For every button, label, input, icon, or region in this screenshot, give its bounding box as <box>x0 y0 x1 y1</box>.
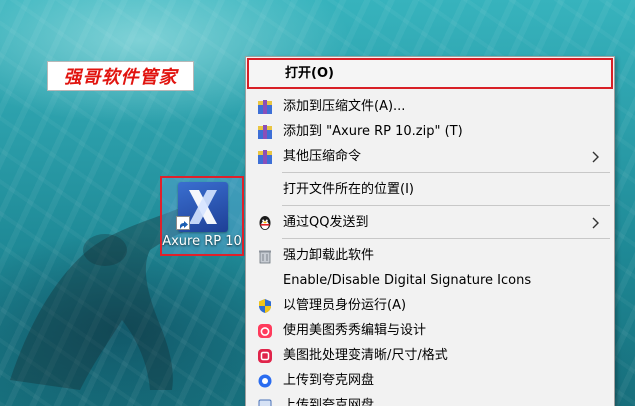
shortcut-arrow-icon <box>176 216 190 230</box>
menu-separator <box>282 172 610 173</box>
menu-item-add-archive[interactable]: 添加到压缩文件(A)... <box>246 95 614 119</box>
desktop: 强哥软件管家 Axure RP 10 打开(O) 添加到压缩文件(A)... 添… <box>0 0 635 406</box>
menu-item-run-as-admin[interactable]: 以管理员身份运行(A) <box>246 294 614 318</box>
meitu-batch-icon <box>258 349 272 363</box>
context-menu: 打开(O) 添加到压缩文件(A)... 添加到 "Axure RP 10.zip… <box>245 56 615 406</box>
quark-icon <box>258 374 272 388</box>
menu-item-meitu-edit[interactable]: 使用美图秀秀编辑与设计 <box>246 319 614 343</box>
menu-separator <box>282 238 610 239</box>
desktop-shortcut-axure[interactable]: Axure RP 10 <box>160 176 244 256</box>
menu-item-open[interactable]: 打开(O) <box>247 58 613 89</box>
menu-item-other-compress-label: 其他压缩命令 <box>283 149 362 164</box>
menu-item-run-as-admin-label: 以管理员身份运行(A) <box>283 298 407 313</box>
menu-item-upload-quark-2[interactable]: 上传到夸克网盘 <box>246 394 614 406</box>
menu-item-meitu-batch-label: 美图批处理变清晰/尺寸/格式 <box>283 348 448 363</box>
watermark-banner: 强哥软件管家 <box>47 61 194 91</box>
winrar-archive-icon <box>258 100 272 114</box>
menu-item-digital-signature[interactable]: Enable/Disable Digital Signature Icons <box>246 269 614 293</box>
menu-item-upload-quark[interactable]: 上传到夸克网盘 <box>246 369 614 393</box>
menu-separator <box>282 205 610 206</box>
menu-item-add-zip-label: 添加到 "Axure RP 10.zip" (T) <box>283 124 463 139</box>
quark-drive-icon <box>258 399 272 406</box>
menu-item-send-qq[interactable]: 通过QQ发送到 <box>246 211 614 235</box>
menu-item-open-location[interactable]: 打开文件所在的位置(I) <box>246 178 614 202</box>
menu-item-digital-signature-label: Enable/Disable Digital Signature Icons <box>283 273 532 288</box>
menu-item-upload-quark-2-label: 上传到夸克网盘 <box>283 398 375 406</box>
menu-item-send-qq-label: 通过QQ发送到 <box>283 215 369 230</box>
qq-penguin-icon <box>259 216 271 230</box>
menu-item-open-label: 打开(O) <box>285 66 334 81</box>
watermark-text: 强哥软件管家 <box>63 67 178 88</box>
menu-item-meitu-edit-label: 使用美图秀秀编辑与设计 <box>283 323 427 338</box>
menu-item-meitu-batch[interactable]: 美图批处理变清晰/尺寸/格式 <box>246 344 614 368</box>
submenu-chevron-icon <box>592 217 599 229</box>
menu-item-upload-quark-label: 上传到夸克网盘 <box>283 373 375 388</box>
desktop-icon-label: Axure RP 10 <box>162 234 242 249</box>
meitu-icon <box>258 324 272 338</box>
menu-item-other-compress[interactable]: 其他压缩命令 <box>246 145 614 169</box>
menu-item-force-uninstall[interactable]: 强力卸载此软件 <box>246 244 614 268</box>
menu-item-add-archive-label: 添加到压缩文件(A)... <box>283 99 406 114</box>
submenu-chevron-icon <box>592 151 599 163</box>
winrar-archive-icon <box>258 150 272 164</box>
uninstall-trash-icon <box>259 250 271 264</box>
winrar-archive-icon <box>258 125 272 139</box>
menu-item-add-zip[interactable]: 添加到 "Axure RP 10.zip" (T) <box>246 120 614 144</box>
menu-item-open-location-label: 打开文件所在的位置(I) <box>283 182 414 197</box>
uac-shield-icon <box>259 299 271 313</box>
menu-item-force-uninstall-label: 强力卸载此软件 <box>283 248 375 263</box>
